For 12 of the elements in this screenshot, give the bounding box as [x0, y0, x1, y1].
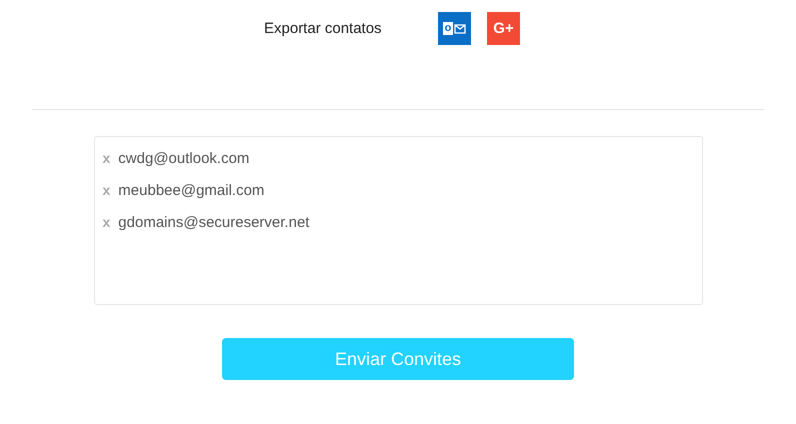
envelope-icon — [454, 24, 466, 34]
email-address: meubbee@gmail.com — [118, 182, 264, 198]
google-plus-button[interactable]: G+ — [487, 12, 520, 45]
email-address: cwdg@outlook.com — [118, 150, 250, 166]
remove-button[interactable]: x — [102, 182, 110, 198]
email-list-field[interactable]: x cwdg@outlook.com x meubbee@gmail.com x gdomains@secureserver.net — [94, 136, 702, 305]
export-label: Exportar contatos — [264, 20, 383, 37]
email-address: gdomains@secureserver.net — [118, 214, 310, 230]
remove-button[interactable]: x — [102, 214, 110, 230]
outlook-button[interactable]: o — [438, 12, 471, 45]
remove-button[interactable]: x — [102, 150, 110, 166]
send-invites-button[interactable]: Enviar Convites — [222, 338, 574, 380]
